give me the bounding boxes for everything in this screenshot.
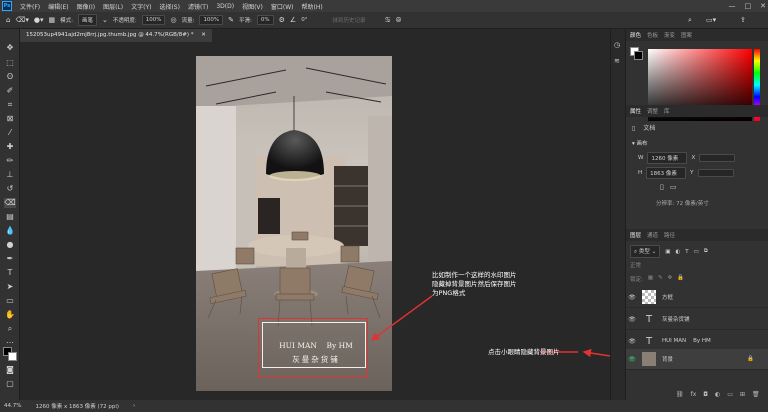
document-icon: ▯ bbox=[632, 125, 636, 132]
add-mask-icon[interactable]: ◘ bbox=[703, 391, 708, 398]
tab-color[interactable]: 颜色 bbox=[630, 31, 641, 39]
lock-move-icon[interactable]: ✥ bbox=[668, 275, 673, 283]
eye-icon[interactable]: 👁 bbox=[626, 294, 638, 301]
filter-type-icon[interactable]: T bbox=[685, 249, 688, 255]
y-field[interactable] bbox=[697, 169, 734, 177]
link-layers-icon[interactable]: ⛓ bbox=[676, 391, 684, 398]
layer-row[interactable]: 👁 方框 bbox=[626, 287, 768, 308]
text-layer-icon: T bbox=[645, 335, 653, 347]
annotation-note-1-line2: 隐藏掉背景图片然后保存图片 bbox=[432, 280, 517, 288]
layer-filter-select[interactable]: ⌕ 类型 ⌄ bbox=[630, 245, 661, 258]
collapsed-panel-strip: ◷ ≋ bbox=[610, 29, 626, 400]
eye-icon[interactable]: 👁 bbox=[626, 338, 638, 345]
h-label: H bbox=[638, 170, 643, 176]
landscape-icon[interactable]: ▭ bbox=[670, 183, 677, 191]
text-layer-icon: T bbox=[645, 313, 653, 325]
layers-panel-tabs: 图层 通道 路径 bbox=[626, 229, 768, 241]
zoom-level[interactable]: 44.7% bbox=[4, 403, 21, 409]
tab-properties[interactable]: 属性 bbox=[630, 107, 641, 115]
adjustment-layer-icon[interactable]: ◐ bbox=[715, 391, 720, 398]
lock-label: 锁定: bbox=[630, 277, 643, 283]
y-label: Y bbox=[690, 170, 694, 176]
height-field[interactable]: 1863 像素 bbox=[646, 167, 687, 179]
tab-swatches[interactable]: 色板 bbox=[647, 31, 658, 39]
arrow-to-watermark bbox=[370, 295, 433, 341]
canvas-label: 画布 bbox=[636, 141, 648, 147]
orientation-buttons: ▯ ▭ bbox=[660, 183, 676, 191]
annotation-note-1-line3: 为PNG格式 bbox=[432, 289, 466, 297]
filter-adjust-icon[interactable]: ◐ bbox=[675, 249, 680, 255]
layer-name[interactable]: 灰曼杂货铺 bbox=[662, 315, 690, 323]
tab-gradients[interactable]: 渐变 bbox=[664, 31, 675, 39]
lock-icon: 🔒 bbox=[747, 356, 754, 362]
eye-icon[interactable]: 👁 bbox=[626, 316, 638, 323]
tab-paths[interactable]: 路径 bbox=[664, 231, 675, 239]
blend-row: 正常 bbox=[630, 261, 641, 269]
tab-patterns[interactable]: 图案 bbox=[681, 31, 692, 39]
color-panel-tabs: 颜色 色板 渐变 图案 bbox=[626, 29, 768, 41]
x-label: X bbox=[691, 155, 696, 161]
width-row: W 1260 像素 X bbox=[638, 152, 736, 164]
lock-paint-icon[interactable]: ✎ bbox=[658, 275, 663, 283]
trash-icon[interactable]: 🗑 bbox=[752, 391, 760, 398]
lock-row: 锁定: ▦ ✎ ✥ 🔒 bbox=[630, 275, 684, 283]
status-bar: 44.7% 1260 像素 x 1863 像素 (72 ppi) › bbox=[0, 400, 768, 412]
color-background-swatch[interactable] bbox=[634, 51, 643, 60]
w-label: W bbox=[638, 155, 644, 161]
layer-row-background[interactable]: 👁 背景 🔒 bbox=[626, 349, 768, 370]
tab-adjustments[interactable]: 调整 bbox=[647, 107, 658, 115]
eye-icon[interactable]: 👁 bbox=[626, 356, 638, 363]
height-row: H 1863 像素 Y bbox=[638, 167, 734, 179]
layer-thumbnail bbox=[642, 352, 656, 366]
right-panels: 颜色 色板 渐变 图案 属性 调整 库 ▯ 文档 ▾ 画布 W 1260 像素 … bbox=[626, 29, 768, 400]
brush-panel-icon[interactable]: ≋ bbox=[614, 57, 620, 65]
layer-filter-row: ⌕ 类型 ⌄ ▣ ◐ T ▭ ⧉ bbox=[630, 245, 708, 258]
tab-libraries[interactable]: 库 bbox=[664, 107, 670, 115]
layer-name[interactable]: HUI MAN By HM bbox=[662, 338, 711, 344]
annotation-note-2: 点击小眼睛隐藏背景图片 bbox=[488, 348, 560, 356]
document-properties: ▯ 文档 bbox=[632, 123, 655, 132]
layer-name[interactable]: 背景 bbox=[662, 355, 673, 363]
annotation-note-1: 比如制作一个这样的水印图片 隐藏掉背景图片然后保存图片 为PNG格式 bbox=[432, 271, 517, 298]
width-field[interactable]: 1260 像素 bbox=[647, 152, 688, 164]
history-panel-icon[interactable]: ◷ bbox=[614, 41, 620, 49]
resolution-text: 分辨率: 72 像素/英寸 bbox=[656, 201, 709, 207]
annotation-note-1-line1: 比如制作一个这样的水印图片 bbox=[432, 271, 517, 279]
canvas-section-title: ▾ 画布 bbox=[632, 141, 648, 147]
layer-row[interactable]: 👁 T 灰曼杂货铺 bbox=[626, 309, 768, 330]
x-field[interactable] bbox=[699, 154, 736, 162]
filter-smart-icon[interactable]: ⧉ bbox=[704, 248, 708, 255]
layer-name[interactable]: 方框 bbox=[662, 293, 673, 301]
blend-mode-select[interactable]: 正常 bbox=[630, 261, 641, 269]
document-label: 文档 bbox=[643, 125, 656, 132]
lock-all-icon[interactable]: 🔒 bbox=[677, 275, 684, 283]
lock-pixels-icon[interactable]: ▦ bbox=[648, 275, 653, 283]
chevron-right-icon[interactable]: › bbox=[133, 403, 135, 409]
properties-panel-tabs: 属性 调整 库 bbox=[626, 105, 768, 117]
layer-thumbnail bbox=[642, 290, 656, 304]
filter-pixel-icon[interactable]: ▣ bbox=[665, 249, 670, 255]
tab-layers[interactable]: 图层 bbox=[630, 231, 641, 239]
portrait-icon[interactable]: ▯ bbox=[660, 183, 664, 191]
document-size: 1260 像素 x 1863 像素 (72 ppi) bbox=[35, 404, 120, 410]
new-group-icon[interactable]: ▭ bbox=[727, 391, 733, 398]
layers-footer: ⛓ fx ◘ ◐ ▭ ⊞ 🗑 bbox=[676, 391, 760, 398]
arrow-to-layer bbox=[582, 348, 611, 358]
filter-shape-icon[interactable]: ▭ bbox=[694, 249, 699, 255]
tab-channels[interactable]: 通道 bbox=[647, 231, 658, 239]
layer-filter-label: 类型 bbox=[638, 249, 650, 255]
fx-icon[interactable]: fx bbox=[691, 391, 697, 398]
new-layer-icon[interactable]: ⊞ bbox=[740, 391, 745, 398]
